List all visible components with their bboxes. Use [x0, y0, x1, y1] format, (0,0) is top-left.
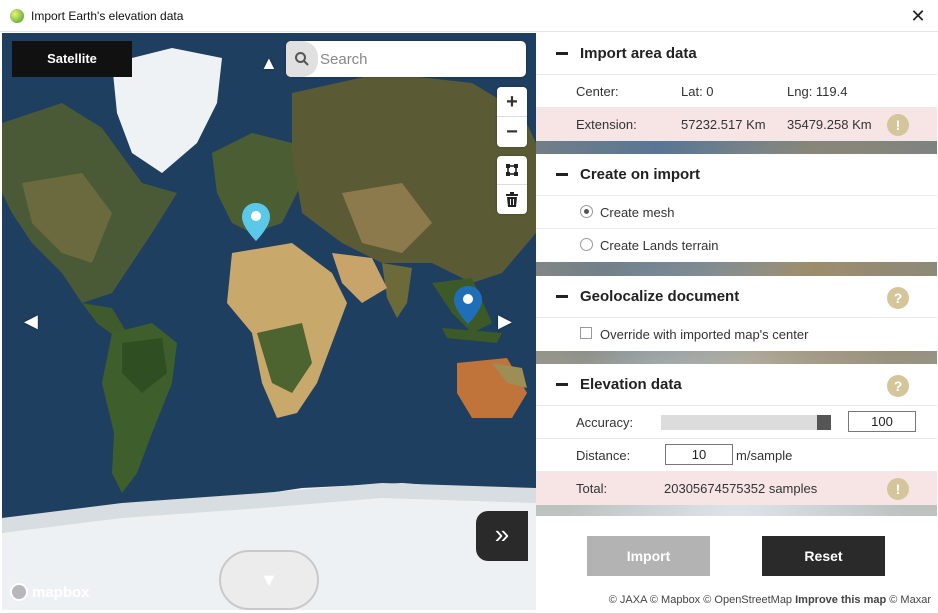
extension-row: Extension: 57232.517 Km 35479.258 Km !	[536, 108, 937, 141]
total-label: Total:	[576, 481, 608, 496]
collapse-icon[interactable]	[556, 173, 568, 176]
improve-map-link[interactable]: Improve this map	[795, 594, 886, 606]
area-start-pin-icon[interactable]	[242, 203, 270, 241]
pan-down-button[interactable]: ▼	[219, 550, 319, 610]
settings-panel: Import area data Center: Lat: 0 Lng: 119…	[536, 33, 937, 613]
map-search-box[interactable]	[286, 41, 526, 77]
pan-up-arrow-icon[interactable]: ▲	[260, 53, 278, 74]
geolocalize-section: Geolocalize document ? Override with imp…	[536, 276, 937, 351]
override-center-option[interactable]: Override with imported map's center	[536, 318, 937, 351]
draw-controls	[497, 156, 527, 214]
total-value: 20305674575352 samples	[664, 481, 818, 496]
center-row: Center: Lat: 0 Lng: 119.4	[536, 75, 937, 108]
center-lng: Lng: 119.4	[787, 84, 848, 99]
center-label: Center:	[576, 84, 619, 99]
close-button[interactable]: ✕	[906, 4, 930, 28]
satellite-map[interactable]: Satellite ▲ ◀ ▶ + − » ▼ mapbox	[2, 33, 536, 610]
accuracy-slider-thumb[interactable]	[817, 415, 831, 430]
help-icon[interactable]: ?	[887, 287, 909, 309]
section-title: Import area data	[580, 45, 697, 62]
zoom-controls: + −	[497, 87, 527, 147]
trash-icon[interactable]	[497, 185, 527, 214]
section-title: Create on import	[580, 166, 701, 183]
create-terrain-label[interactable]: Create Lands terrain	[600, 238, 719, 253]
maxar-attribution[interactable]: © Maxar	[889, 594, 931, 606]
area-end-pin-icon[interactable]	[454, 286, 482, 324]
override-center-label[interactable]: Override with imported map's center	[600, 327, 808, 342]
zoom-out-button[interactable]: −	[497, 117, 527, 147]
accuracy-row: Accuracy:	[536, 406, 937, 439]
pan-right-arrow-icon[interactable]: ▶	[498, 311, 512, 332]
create-on-import-header[interactable]: Create on import	[536, 154, 937, 196]
import-area-header[interactable]: Import area data	[536, 33, 937, 75]
satellite-toggle-button[interactable]: Satellite	[12, 41, 132, 77]
mapbox-logo: mapbox	[10, 583, 90, 601]
draw-rectangle-icon[interactable]	[497, 156, 527, 185]
create-terrain-option[interactable]: Create Lands terrain	[536, 229, 937, 262]
create-mesh-option[interactable]: Create mesh	[536, 196, 937, 229]
mapbox-logo-text: mapbox	[32, 583, 90, 601]
mapbox-logo-icon	[10, 583, 28, 601]
reset-button[interactable]: Reset	[762, 536, 885, 576]
warning-icon: !	[887, 114, 909, 136]
distance-row: Distance: m/sample	[536, 439, 937, 472]
extension-label: Extension:	[576, 117, 637, 132]
app-logo-icon	[10, 9, 24, 23]
distance-label: Distance:	[576, 448, 631, 463]
geolocalize-header[interactable]: Geolocalize document ?	[536, 276, 937, 318]
attribution-text[interactable]: © JAXA © Mapbox © OpenStreetMap	[609, 594, 792, 606]
window-title: Import Earth's elevation data	[31, 9, 184, 23]
help-icon[interactable]: ?	[887, 375, 909, 397]
section-title: Elevation data	[580, 376, 682, 393]
collapse-icon[interactable]	[556, 295, 568, 298]
elevation-header[interactable]: Elevation data ?	[536, 364, 937, 406]
collapse-icon[interactable]	[556, 383, 568, 386]
title-bar: Import Earth's elevation data ✕	[0, 0, 938, 32]
accuracy-slider[interactable]	[661, 415, 831, 430]
expand-panel-button[interactable]: »	[476, 511, 528, 561]
panel-footer: Import Reset © JAXA © Mapbox © OpenStree…	[536, 516, 937, 613]
create-on-import-section: Create on import Create mesh Create Land…	[536, 154, 937, 262]
extension-y: 35479.258 Km	[787, 117, 872, 132]
import-area-section: Import area data Center: Lat: 0 Lng: 119…	[536, 33, 937, 141]
warning-icon: !	[887, 478, 909, 500]
map-attribution: © JAXA © Mapbox © OpenStreetMap Improve …	[609, 594, 931, 606]
create-mesh-label[interactable]: Create mesh	[600, 205, 674, 220]
create-mesh-radio[interactable]	[580, 205, 593, 218]
pan-left-arrow-icon[interactable]: ◀	[24, 311, 38, 332]
distance-input[interactable]	[665, 444, 733, 465]
search-icon[interactable]	[286, 41, 318, 77]
total-row: Total: 20305674575352 samples !	[536, 472, 937, 505]
distance-unit: m/sample	[736, 448, 793, 463]
section-title: Geolocalize document	[580, 288, 740, 305]
override-center-checkbox[interactable]	[580, 327, 592, 339]
center-lat: Lat: 0	[681, 84, 714, 99]
elevation-section: Elevation data ? Accuracy: Distance: m/s…	[536, 364, 937, 505]
search-input[interactable]	[320, 49, 510, 69]
create-terrain-radio[interactable]	[580, 238, 593, 251]
extension-x: 57232.517 Km	[681, 117, 766, 132]
zoom-in-button[interactable]: +	[497, 87, 527, 117]
accuracy-label: Accuracy:	[576, 415, 634, 430]
collapse-icon[interactable]	[556, 52, 568, 55]
accuracy-input[interactable]	[848, 411, 916, 432]
import-button[interactable]: Import	[587, 536, 710, 576]
